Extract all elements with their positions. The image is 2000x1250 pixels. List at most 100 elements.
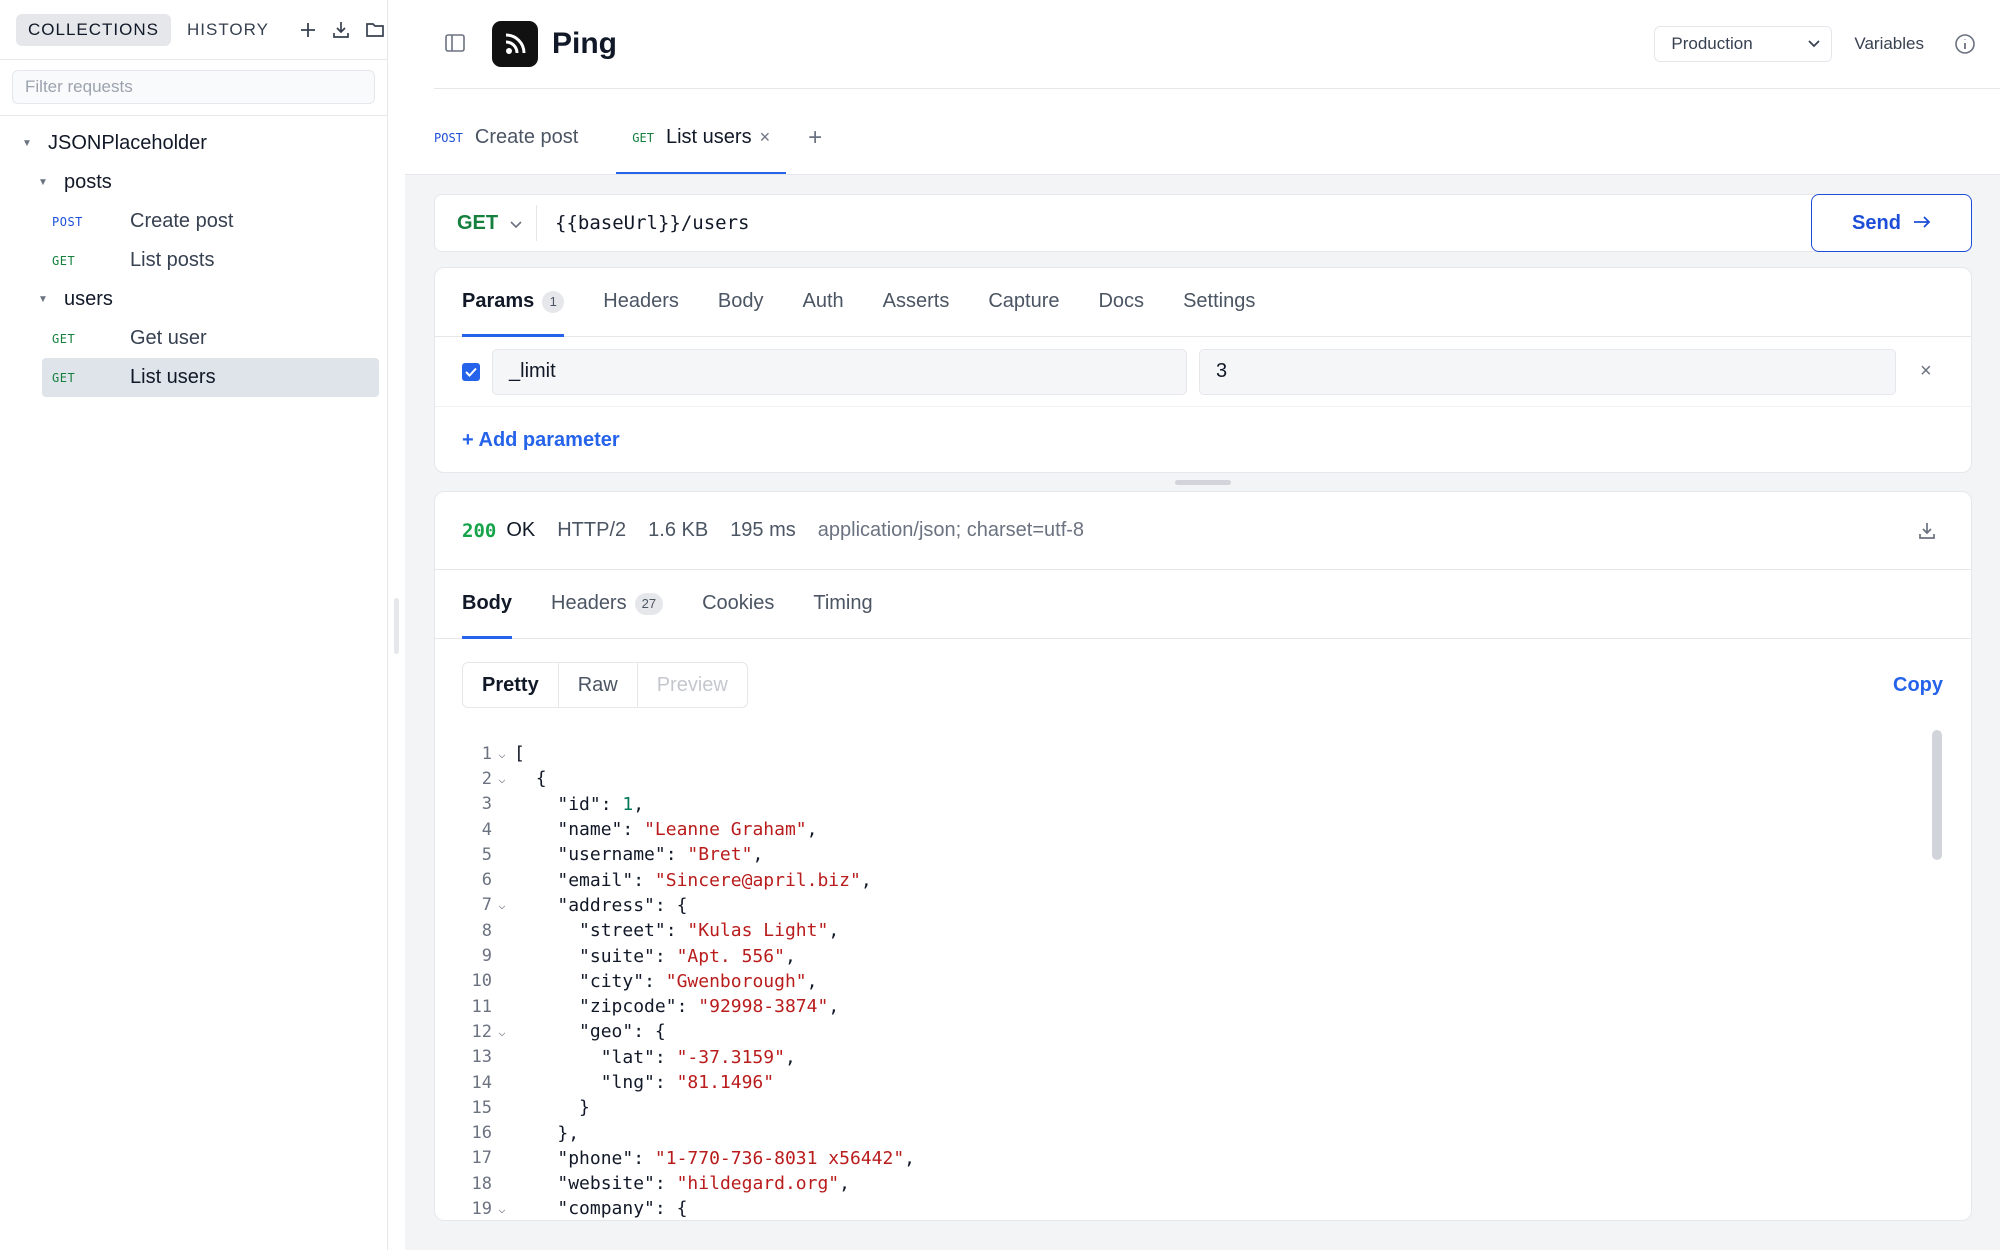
code-line: 16 }, [462,1120,1971,1145]
line-number: 4 [481,819,492,840]
response-panel: 200 OK HTTP/2 1.6 KB 195 ms application/… [434,491,1972,1221]
tab-docs[interactable]: Docs [1098,267,1144,336]
add-tab-icon[interactable]: + [808,100,822,175]
fold-chevron-icon[interactable]: ⌵ [492,747,512,761]
fold-chevron-icon[interactable]: ⌵ [492,772,512,786]
json-key: "username" [557,844,666,866]
method-select[interactable]: GET [435,205,537,241]
sidebar-toggle-icon[interactable] [444,33,470,55]
json-punctuation: { [676,1198,688,1220]
code-text: "phone": "1-770-736-8031 x56442", [557,1147,915,1169]
tab-body[interactable]: Body [718,267,764,336]
view-raw-button[interactable]: Raw [559,663,638,707]
param-key-input[interactable]: _limit [492,348,1187,395]
tab-collections[interactable]: COLLECTIONS [16,13,171,46]
json-value: "1-770-736-8031 x56442" [654,1147,905,1169]
json-key: "email" [557,869,634,891]
sidebar-request-list-users[interactable]: GET List users [42,358,379,397]
code-line: 19 ⌵ "company": { [462,1196,1971,1220]
folder-item-posts[interactable]: ▼ posts [0,163,387,202]
fold-chevron-icon[interactable]: ⌵ [492,1025,512,1039]
sidebar-request-list-posts[interactable]: GET List posts [42,241,379,280]
download-icon[interactable] [1917,521,1937,541]
method-badge: POST [434,130,463,145]
add-icon[interactable] [299,15,317,45]
request-name: List posts [130,249,215,271]
tab-response-body[interactable]: Body [462,569,512,639]
tab-timing[interactable]: Timing [813,569,872,638]
view-pretty-button[interactable]: Pretty [463,663,559,707]
send-label: Send [1852,211,1901,234]
caret-down-icon[interactable]: ▼ [38,294,48,305]
json-key: "name" [557,819,623,841]
json-value: "Apt. 556" [676,945,785,967]
response-status-bar: 200 OK HTTP/2 1.6 KB 195 ms application/… [435,492,1971,570]
line-number: 18 [471,1173,492,1194]
sidebar-request-get-user[interactable]: GET Get user [42,319,379,358]
method-value: GET [457,211,499,234]
fold-chevron-icon[interactable]: ⌵ [492,898,512,912]
param-row: _limit 3 × [435,337,1971,407]
tab-headers[interactable]: Headers [603,267,679,336]
request-tabs: POST Create post GET List users × + [434,100,822,175]
view-mode-toggle: Pretty Raw Preview [462,662,748,708]
variables-button[interactable]: Variables [1854,34,1924,54]
code-text: "website": "hildegard.org", [557,1173,850,1195]
line-number: 13 [471,1047,492,1068]
line-number: 1 [481,743,492,764]
folder-name: posts [64,171,112,193]
collection-item-jsonplaceholder[interactable]: ▼ JSONPlaceholder [0,124,387,163]
json-punctuation: { [535,768,547,790]
remove-param-icon[interactable]: × [1920,360,1932,383]
tab-settings[interactable]: Settings [1183,267,1255,336]
sidebar-resize-handle[interactable] [394,598,399,654]
json-punctuation: [ [514,743,525,765]
response-time: 195 ms [730,519,796,541]
tab-params[interactable]: Params 1 [462,267,565,337]
json-key: "lng" [600,1072,655,1093]
json-value: "hildegard.org" [676,1173,840,1195]
tab-label: List users [665,126,752,148]
info-icon[interactable] [1954,33,1976,55]
code-text: "name": "Leanne Graham", [557,819,818,841]
view-preview-button[interactable]: Preview [638,663,747,707]
fold-chevron-icon[interactable]: ⌵ [492,1202,512,1216]
json-value: 1 [622,793,634,815]
json-value: "Bret" [687,844,753,866]
tab-capture[interactable]: Capture [988,267,1059,336]
tab-cookies[interactable]: Cookies [702,569,774,638]
filter-requests-input[interactable] [12,70,375,104]
line-number: 10 [471,971,492,992]
code-text: "email": "Sincere@april.biz", [557,869,872,891]
method-badge: GET [632,130,654,145]
folder-icon[interactable] [365,15,385,45]
sidebar-toolbar: COLLECTIONS HISTORY [0,0,387,60]
request-tab-create-post[interactable]: POST Create post [434,100,594,175]
scrollbar[interactable] [1932,730,1942,860]
add-parameter-button[interactable]: + Add parameter [435,407,1971,473]
copy-button[interactable]: Copy [1893,674,1943,697]
sidebar-request-create-post[interactable]: POST Create post [42,202,379,241]
count-badge: 27 [634,592,664,615]
caret-down-icon[interactable]: ▼ [22,138,32,149]
tab-asserts[interactable]: Asserts [883,267,950,336]
json-key: "company" [557,1198,655,1220]
tab-auth[interactable]: Auth [802,267,843,336]
caret-down-icon[interactable]: ▼ [38,177,48,188]
line-number: 3 [481,794,492,815]
send-button[interactable]: Send [1811,194,1972,252]
json-punctuation: { [676,894,688,916]
protocol: HTTP/2 [557,519,627,541]
environment-select[interactable]: Production [1654,26,1833,62]
tab-history[interactable]: HISTORY [175,14,281,46]
close-icon[interactable]: × [760,127,771,148]
url-input[interactable]: {{baseUrl}}/users [555,212,1865,234]
param-enabled-checkbox[interactable] [462,362,480,381]
param-value-input[interactable]: 3 [1199,348,1896,395]
code-line: 12 ⌵ "geo": { [462,1019,1971,1044]
request-tab-list-users[interactable]: GET List users × [616,100,786,175]
tab-response-headers[interactable]: Headers 27 [551,569,664,638]
pane-resize-handle[interactable] [1175,480,1231,485]
import-icon[interactable] [331,15,351,45]
folder-item-users[interactable]: ▼ users [0,280,387,319]
